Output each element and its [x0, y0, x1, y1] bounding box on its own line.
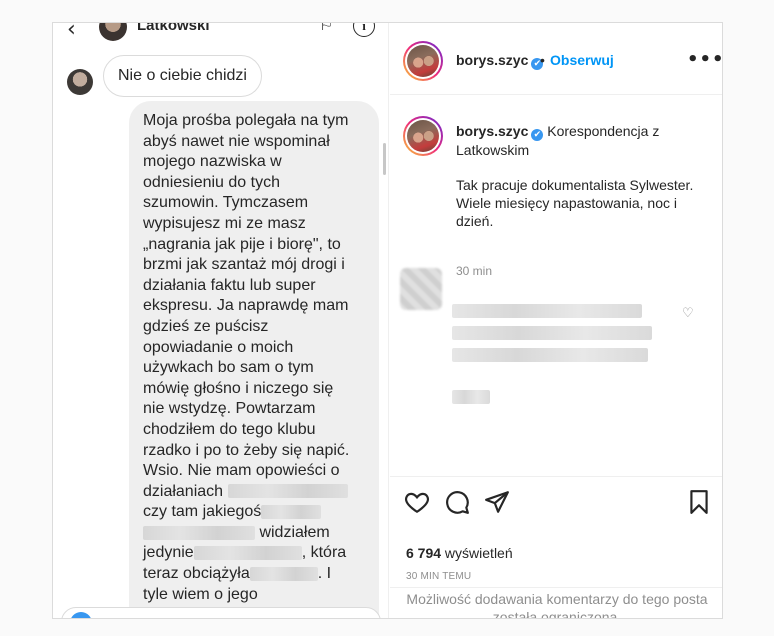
author-avatar[interactable] [403, 41, 443, 81]
outgoing-message-line: „nagrania jak pije i biorę", to [143, 235, 341, 253]
redacted-line-4: jedynie , która [143, 544, 346, 561]
author-username[interactable]: borys.szyc ✔ [456, 52, 544, 70]
blurred-comment-line [452, 326, 652, 340]
redacted-block [249, 566, 318, 581]
redacted-block [227, 484, 348, 499]
redacted-block [143, 525, 255, 540]
author-username-text[interactable]: borys.szyc [456, 52, 528, 68]
dm-contact-name: Latkowski [137, 23, 210, 34]
outgoing-message-line: opowiadanie o moich [143, 338, 294, 356]
outgoing-message-line: mówię głośno i niczego się [143, 379, 334, 397]
outgoing-message-line: nie wstydzę. Powtarzam [143, 400, 316, 418]
caption-header: borys.szyc ✔ Korespondencja z Latkowskim [456, 122, 710, 159]
redacted-line-3-text: widziałem [255, 523, 330, 541]
outgoing-message-line: abyś nawet nie wspominał [143, 132, 330, 150]
redacted-line-2: czy tam jakiegoś [143, 503, 322, 521]
post-header: borys.szyc ✔ • Obserwuj ••• [390, 23, 722, 95]
redacted-line-2-text: czy tam jakiegoś [143, 503, 262, 521]
redacted-block [193, 546, 302, 561]
incoming-message: Nie o ciebie chidzi [103, 55, 262, 97]
view-count[interactable]: 6 794 wyświetleń [406, 545, 513, 561]
redacted-line-1-text: działaniach [143, 482, 224, 500]
follow-button[interactable]: Obserwuj [550, 52, 614, 68]
outgoing-message-line: mojego nazwiska w [143, 153, 282, 171]
redacted-line-4-end: , która [301, 544, 347, 562]
outgoing-message-line: Wsio. Nie mam opowieści o [143, 462, 340, 480]
outgoing-message-line: gdzieś ze puścisz [143, 317, 269, 335]
outgoing-message-line: brzmi jak szantaż mój drogi i [143, 256, 345, 274]
separator-dot: • [540, 52, 545, 68]
dm-scrollbar [383, 143, 386, 175]
share-icon[interactable] [484, 489, 510, 515]
caption-body: Tak pracuje dokumentalista Sylwester. Wi… [456, 177, 694, 229]
redacted-line-5-end: . I [317, 565, 332, 583]
flag-icon: ⚐ [319, 23, 334, 34]
outgoing-message: Moja prośba polegała na tym abyś nawet n… [129, 101, 379, 618]
view-count-label[interactable]: wyświetleń [441, 545, 513, 561]
redacted-line-1: działaniach [143, 483, 348, 500]
dm-compose-bar [61, 607, 381, 618]
camera-icon [70, 612, 92, 618]
info-icon: i [353, 23, 375, 37]
action-bar: 6 794 wyświetleń 30 MIN TEMU Możliwość d… [390, 476, 722, 619]
outgoing-message-line: ekspresu. Ja naprawdę mam [143, 297, 349, 315]
caption-avatar[interactable] [403, 116, 443, 156]
blurred-comment-line [452, 348, 648, 362]
instagram-post: ‹ Latkowski ⚐ i Nie o ciebie chidzi Moja… [52, 22, 723, 619]
verified-icon: ✔ [531, 129, 544, 141]
blurred-comment-avatar [400, 268, 442, 310]
outgoing-message-line: odniesieniu do tych [143, 173, 280, 191]
caption-timestamp[interactable]: 30 min [456, 264, 492, 278]
comments-section: borys.szyc ✔ Korespondencja z Latkowskim … [390, 96, 722, 476]
blurred-comment-line [452, 304, 642, 318]
outgoing-message-line: używkach bo sam o tym [143, 359, 314, 377]
comment-like-icon[interactable]: ♡ [682, 306, 694, 321]
outgoing-message-line: działania faktu lub super [143, 276, 316, 294]
comment-icon[interactable] [444, 489, 470, 515]
like-icon[interactable] [404, 489, 430, 515]
outgoing-last-line: tyle wiem o jego [143, 585, 258, 603]
dm-contact-avatar [99, 23, 127, 41]
outgoing-message-line: wypisujesz mi ze masz [143, 214, 306, 232]
more-options-icon[interactable]: ••• [687, 49, 722, 70]
dm-sender-avatar [67, 69, 93, 95]
outgoing-message-line: rzadko i po to żeby się napić. [143, 441, 350, 459]
comments-disabled-notice: Możliwość dodawania komentarzy do tego p… [406, 591, 708, 619]
outgoing-message-text: Moja prośba polegała na tym abyś nawet n… [143, 112, 349, 479]
caption-username[interactable]: borys.szyc ✔ [456, 123, 544, 141]
outgoing-message-line: szumowin. Tymczasem [143, 194, 309, 212]
redacted-line-3: widziałem [143, 524, 330, 541]
blurred-comment-line [452, 390, 490, 404]
redacted-line-4-text: jedynie [143, 544, 194, 562]
save-icon[interactable] [686, 489, 712, 515]
outgoing-message-line: chodziłem do tego klubu [143, 420, 316, 438]
dm-header: ‹ Latkowski ⚐ i [53, 23, 388, 43]
redacted-line-5-text: teraz obciążyła [143, 565, 250, 583]
post-sidebar: borys.szyc ✔ • Obserwuj ••• borys.szyc ✔ K… [390, 23, 722, 619]
outgoing-message-line: Moja prośba polegała na tym [143, 112, 349, 129]
caption-username-text[interactable]: borys.szyc [456, 123, 528, 139]
redacted-block [261, 505, 322, 520]
view-count-number[interactable]: 6 794 [406, 545, 441, 561]
redacted-line-5: teraz obciążyła . I [143, 565, 331, 582]
post-image: ‹ Latkowski ⚐ i Nie o ciebie chidzi Moja… [53, 23, 389, 618]
posted-time[interactable]: 30 MIN TEMU [406, 571, 471, 582]
back-icon: ‹ [67, 23, 76, 42]
